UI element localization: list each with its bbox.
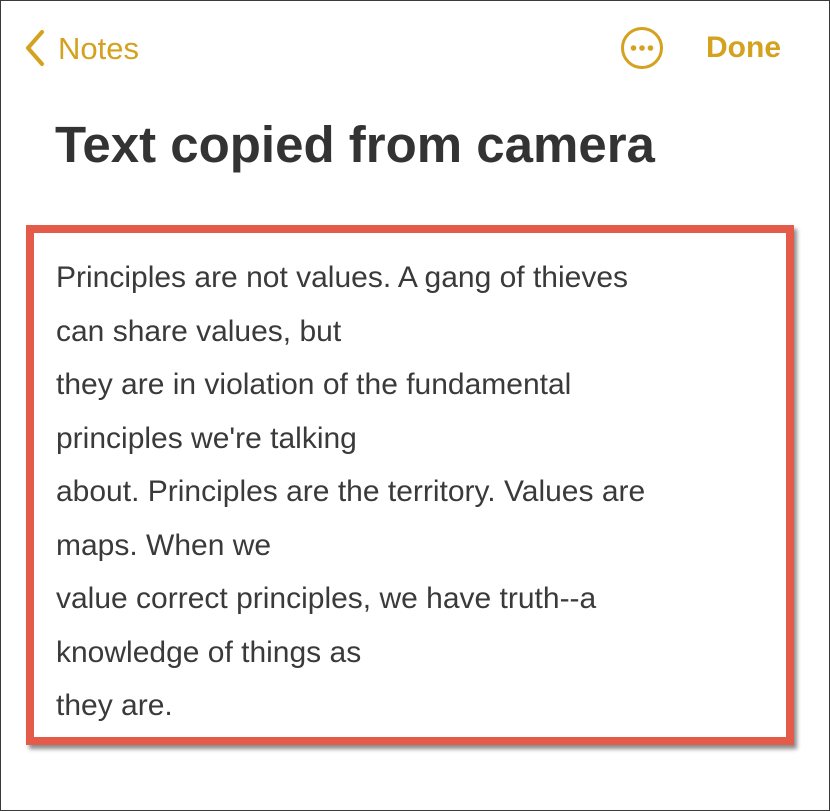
- chevron-left-icon: [24, 29, 46, 67]
- more-options-button[interactable]: [620, 26, 664, 70]
- note-body-text[interactable]: Principles are not values. A gang of thi…: [56, 251, 776, 733]
- note-title[interactable]: Text copied from camera: [55, 113, 655, 177]
- done-button[interactable]: Done: [706, 28, 781, 68]
- navigation-bar: Notes Done: [0, 0, 830, 95]
- note-text-highlight-box: Principles are not values. A gang of thi…: [26, 225, 794, 745]
- note-line: can share values, but: [56, 314, 342, 348]
- ellipsis-circle-icon: [620, 27, 664, 74]
- note-line: maps. When we: [56, 528, 272, 562]
- back-button[interactable]: Notes: [24, 24, 139, 72]
- note-line: about. Principles are the territory. Val…: [56, 475, 646, 508]
- note-line: they are.: [56, 689, 173, 722]
- back-button-label: Notes: [58, 30, 139, 66]
- note-line: they are in violation of the fundamental: [56, 368, 572, 401]
- note-line: value correct principles, we have truth-…: [56, 582, 597, 615]
- note-line: principles we're talking: [56, 421, 357, 455]
- note-line: knowledge of things as: [56, 635, 362, 669]
- note-line: Principles are not values. A gang of thi…: [56, 261, 629, 294]
